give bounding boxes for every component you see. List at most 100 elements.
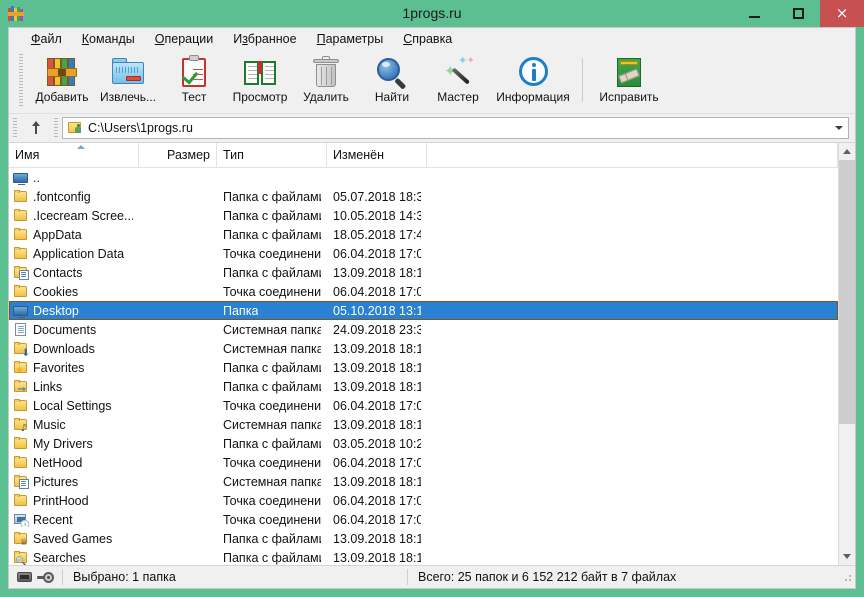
- toolbar-add-button[interactable]: Добавить: [29, 52, 95, 104]
- table-row[interactable]: .Icecream Scree...Папка с файлами10.05.2…: [9, 206, 838, 225]
- folder-icon: [13, 209, 29, 223]
- cell-name: 🔍Searches: [9, 551, 139, 565]
- file-type: Системная папка: [223, 418, 321, 432]
- file-modified: 06.04.2018 17:06: [333, 399, 421, 413]
- file-name: AppData: [33, 228, 82, 242]
- column-header-type[interactable]: Тип: [217, 143, 327, 167]
- status-selection-text: Выбрано: 1 папка: [63, 570, 176, 584]
- table-row[interactable]: Local SettingsТочка соединения06.04.2018…: [9, 396, 838, 415]
- table-row[interactable]: ⬇DownloadsСистемная папка13.09.2018 18:1…: [9, 339, 838, 358]
- file-name: Desktop: [33, 304, 79, 318]
- menu-favorites[interactable]: Избранное: [223, 30, 306, 48]
- table-row[interactable]: ContactsПапка с файлами13.09.2018 18:16: [9, 263, 838, 282]
- file-name: .fontconfig: [33, 190, 91, 204]
- table-row[interactable]: 🕔RecentТочка соединения06.04.2018 17:06: [9, 510, 838, 529]
- chevron-down-icon[interactable]: [830, 118, 848, 138]
- file-type: Системная папка: [223, 323, 321, 337]
- up-one-level-button[interactable]: [22, 117, 50, 139]
- table-row[interactable]: CookiesТочка соединения06.04.2018 17:06: [9, 282, 838, 301]
- wizard-wand-icon: ✦ ✦ ✦: [440, 55, 476, 89]
- column-header-size[interactable]: Размер: [139, 143, 217, 167]
- file-modified: 05.07.2018 18:35: [333, 190, 421, 204]
- cell-type: Папка с файлами: [217, 190, 327, 204]
- file-name: Recent: [33, 513, 73, 527]
- column-header-modified[interactable]: Изменён: [327, 143, 427, 167]
- table-row[interactable]: NetHoodТочка соединения06.04.2018 17:06: [9, 453, 838, 472]
- cell-modified: 05.10.2018 13:15: [327, 304, 427, 318]
- toolbar-delete-button[interactable]: Удалить: [293, 52, 359, 104]
- cell-modified: 13.09.2018 18:16: [327, 266, 427, 280]
- table-row[interactable]: ..: [9, 168, 838, 187]
- address-bar: C:\Users\1progs.ru: [9, 114, 855, 143]
- maximize-button[interactable]: [776, 0, 820, 27]
- file-name: Documents: [33, 323, 96, 337]
- scrollbar-track[interactable]: [839, 160, 855, 548]
- cell-modified: 13.09.2018 18:16: [327, 475, 427, 489]
- menu-bar: Файл Команды Операции Избранное Параметр…: [9, 28, 855, 50]
- table-row[interactable]: Pictures Системная папка 13.09.2018 18:16: [9, 472, 838, 491]
- column-header-type-label: Тип: [223, 148, 244, 162]
- toolbar-grip[interactable]: [19, 54, 23, 106]
- table-row[interactable]: DocumentsСистемная папка24.09.2018 23:34: [9, 320, 838, 339]
- cell-name: My Drivers: [9, 437, 139, 451]
- table-row[interactable]: ♪MusicСистемная папка13.09.2018 18:16: [9, 415, 838, 434]
- cell-type: Системная папка: [217, 342, 327, 356]
- scroll-down-icon[interactable]: [839, 548, 855, 565]
- toolbar-find-label: Найти: [375, 90, 409, 104]
- column-headers: Имя Размер Тип Изменён: [9, 143, 838, 168]
- file-type: Папка: [223, 304, 258, 318]
- toolbar-repair-button[interactable]: Исправить: [590, 52, 668, 104]
- client-area: Файл Команды Операции Избранное Параметр…: [8, 27, 856, 589]
- cell-type: Точка соединения: [217, 494, 327, 508]
- close-button[interactable]: ×: [820, 0, 864, 27]
- menu-operations[interactable]: Операции: [145, 30, 223, 48]
- toolbar-test-button[interactable]: Тест: [161, 52, 227, 104]
- table-row[interactable]: AppDataПапка с файлами18.05.2018 17:41: [9, 225, 838, 244]
- menu-file[interactable]: Файл: [21, 30, 72, 48]
- minimize-button[interactable]: [732, 0, 776, 27]
- resize-grip[interactable]: [842, 572, 852, 582]
- toolbar-wizard-button[interactable]: ✦ ✦ ✦ Мастер: [425, 52, 491, 104]
- scrollbar-thumb[interactable]: [839, 160, 855, 424]
- file-name: Favorites: [33, 361, 84, 375]
- cell-name: ..: [9, 171, 139, 185]
- folder-icon: [13, 228, 29, 242]
- menu-commands[interactable]: Команды: [72, 30, 145, 48]
- menu-help[interactable]: Справка: [393, 30, 462, 48]
- table-row[interactable]: My DriversПапка с файлами03.05.2018 10:2…: [9, 434, 838, 453]
- file-type: Папка с файлами: [223, 190, 321, 204]
- column-header-name[interactable]: Имя: [9, 143, 139, 167]
- cell-modified: 06.04.2018 17:06: [327, 399, 427, 413]
- table-row[interactable]: Desktop Папка 05.10.2018 13:15: [9, 301, 838, 320]
- table-row[interactable]: ♕Saved GamesПапка с файлами13.09.2018 18…: [9, 529, 838, 548]
- address-bar-grip[interactable]: [13, 118, 17, 138]
- scroll-up-icon[interactable]: [839, 143, 855, 160]
- path-text: C:\Users\1progs.ru: [88, 121, 193, 135]
- cell-modified: 05.07.2018 18:35: [327, 190, 427, 204]
- cell-type: Точка соединения: [217, 247, 327, 261]
- table-row[interactable]: 🔍SearchesПапка с файлами13.09.2018 18:16: [9, 548, 838, 565]
- path-combobox[interactable]: C:\Users\1progs.ru: [62, 117, 849, 139]
- table-row[interactable]: ★FavoritesПапка с файлами13.09.2018 18:1…: [9, 358, 838, 377]
- toolbar-view-button[interactable]: Просмотр: [227, 52, 293, 104]
- menu-options[interactable]: Параметры: [307, 30, 394, 48]
- cell-name: ♕Saved Games: [9, 532, 139, 546]
- table-row[interactable]: .fontconfig Папка с файлами 05.07.2018 18:…: [9, 187, 838, 206]
- vertical-scrollbar[interactable]: [838, 143, 855, 565]
- file-type: Системная папка: [223, 475, 321, 489]
- file-name: Pictures: [33, 475, 78, 489]
- table-row[interactable]: ➞LinksПапка с файлами13.09.2018 18:16: [9, 377, 838, 396]
- table-row[interactable]: PrintHoodТочка соединения06.04.2018 17:0…: [9, 491, 838, 510]
- view-book-icon: [242, 55, 278, 89]
- table-row[interactable]: Application DataТочка соединения06.04.20…: [9, 244, 838, 263]
- file-modified: 13.09.2018 18:16: [333, 418, 421, 432]
- file-name: Searches: [33, 551, 86, 565]
- toolbar-info-button[interactable]: Информация: [491, 52, 575, 104]
- file-name: PrintHood: [33, 494, 89, 508]
- key-icon: [37, 572, 54, 583]
- cell-name: NetHood: [9, 456, 139, 470]
- address-combo-grip[interactable]: [54, 118, 58, 138]
- toolbar-find-button[interactable]: Найти: [359, 52, 425, 104]
- file-type: Системная папка: [223, 342, 321, 356]
- toolbar-extract-button[interactable]: Извлечь...: [95, 52, 161, 104]
